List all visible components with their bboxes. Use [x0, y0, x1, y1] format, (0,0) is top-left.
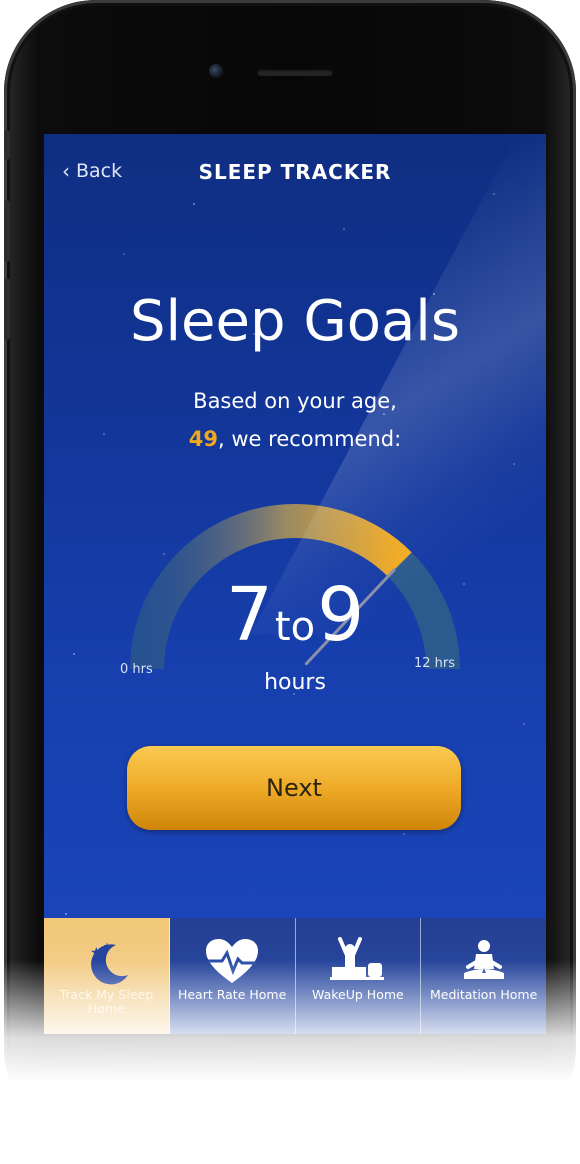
earpiece-speaker: [257, 69, 333, 76]
tab-label: WakeUp Home: [312, 987, 404, 1002]
svg-text:★: ★: [103, 942, 111, 952]
subtitle-line1: Based on your age,: [193, 389, 397, 413]
app-title: SLEEP TRACKER: [198, 160, 392, 184]
svg-text:★: ★: [90, 945, 103, 961]
volume-up-button: [4, 200, 10, 262]
range-separator: to: [274, 604, 316, 650]
mute-switch: [4, 130, 10, 160]
app-screen: ‹ Back SLEEP TRACKER Sleep Goals Based o…: [44, 134, 546, 1034]
front-camera: [209, 64, 223, 78]
tab-heart-rate[interactable]: Heart Rate Home: [169, 918, 296, 1034]
tab-label: Meditation Home: [429, 987, 538, 1002]
meditation-icon: [454, 936, 514, 988]
tab-label: Heart Rate Home: [177, 987, 287, 1002]
stretch-person-icon: [328, 936, 388, 988]
tab-wakeup[interactable]: WakeUp Home: [295, 918, 422, 1034]
tab-track-my-sleep[interactable]: ★ ★ Track My Sleep Home: [44, 918, 170, 1034]
volume-down-button: [4, 278, 10, 340]
phone-frame: ‹ Back SLEEP TRACKER Sleep Goals Based o…: [4, 0, 576, 1140]
recommended-range: 7to9: [44, 578, 546, 652]
next-button[interactable]: Next: [127, 746, 461, 830]
subtitle-line2: , we recommend:: [218, 427, 402, 451]
bottom-tab-bar: ★ ★ Track My Sleep Home Heart Rate Home: [44, 918, 546, 1034]
tab-meditation[interactable]: Meditation Home: [421, 918, 546, 1034]
heart-pulse-icon: [202, 936, 262, 988]
recommendation-text: Based on your age, 49, we recommend:: [44, 382, 546, 458]
range-high: 9: [317, 572, 365, 658]
gauge-max-label: 12 hrs: [414, 656, 456, 671]
page-title: Sleep Goals: [129, 289, 461, 354]
moon-stars-icon: ★ ★: [76, 936, 136, 988]
age-value: 49: [188, 427, 219, 451]
navigation-bar: ‹ Back SLEEP TRACKER: [44, 134, 546, 210]
range-unit: hours: [264, 670, 326, 695]
range-low: 7: [225, 572, 273, 658]
tab-label: Track My Sleep Home: [59, 987, 154, 1016]
